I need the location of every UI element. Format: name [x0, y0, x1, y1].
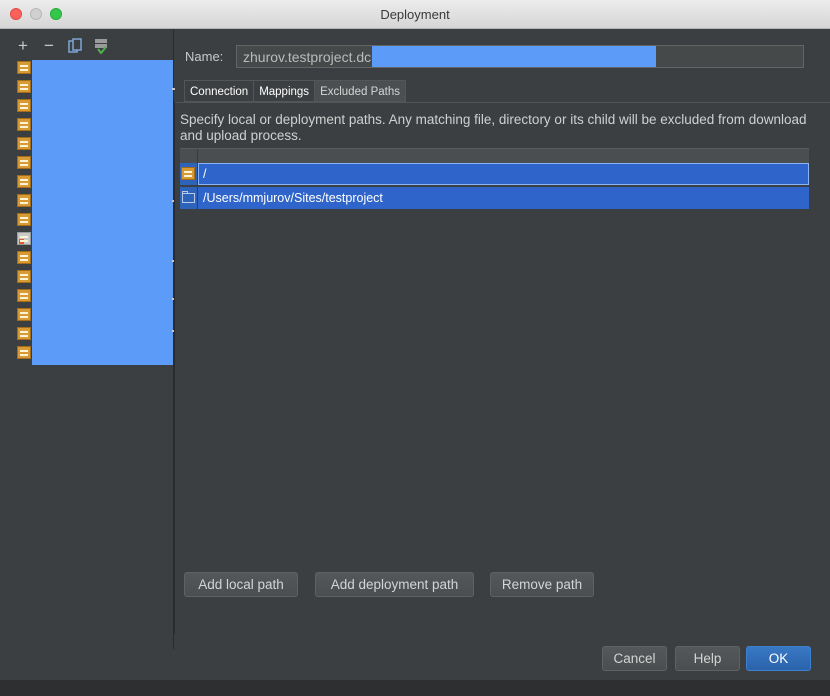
server-list-item[interactable] — [16, 117, 32, 133]
ok-button[interactable]: OK — [746, 646, 811, 671]
server-list-item[interactable] — [16, 155, 32, 171]
redacted-name-part — [372, 46, 656, 67]
cancel-button[interactable]: Cancel — [602, 646, 667, 671]
server-list-item[interactable] — [16, 269, 32, 285]
server-icon — [17, 289, 31, 302]
server-icon — [17, 61, 31, 74]
tab-excluded-paths[interactable]: Excluded Paths — [314, 80, 406, 102]
server-icon — [17, 118, 31, 131]
tab-content-border — [175, 102, 830, 103]
server-icon — [17, 251, 31, 264]
excluded-paths-table-header — [180, 148, 809, 163]
server-toolbar: + − — [14, 37, 110, 55]
window-bottom-edge — [0, 680, 830, 696]
copy-icon — [68, 38, 82, 53]
help-button[interactable]: Help — [675, 646, 740, 671]
server-icon — [17, 270, 31, 283]
server-icon — [17, 346, 31, 359]
server-icon — [17, 175, 31, 188]
server-list-item[interactable] — [16, 193, 32, 209]
copy-server-button[interactable] — [66, 37, 84, 55]
remove-path-button[interactable]: Remove path — [490, 572, 594, 597]
redacted-server-names — [32, 60, 173, 365]
server-list-item[interactable] — [16, 174, 32, 190]
server-icon — [17, 327, 31, 340]
server-list-item[interactable] — [16, 326, 32, 342]
server-icon — [17, 213, 31, 226]
table-row[interactable]: / — [180, 163, 809, 185]
tab-bar: Connection Mappings Excluded Paths — [184, 80, 406, 102]
tab-connection[interactable]: Connection — [184, 80, 254, 102]
table-row[interactable]: /Users/mmjurov/Sites/testproject — [180, 187, 809, 209]
server-icon — [17, 99, 31, 112]
server-list-item[interactable] — [16, 136, 32, 152]
default-server-button[interactable] — [92, 37, 110, 55]
row-icon-cell — [180, 163, 197, 185]
server-icon — [17, 308, 31, 321]
server-list-item[interactable] — [16, 231, 32, 247]
server-icon — [17, 80, 31, 93]
server-list-panel: + − — [0, 29, 175, 649]
window-title: Deployment — [380, 7, 450, 22]
server-list-item[interactable] — [16, 250, 32, 266]
server-icon — [17, 194, 31, 207]
server-list-item[interactable] — [16, 345, 32, 361]
remove-server-button[interactable]: − — [40, 37, 58, 55]
server-list-item[interactable] — [16, 288, 32, 304]
add-server-button[interactable]: + — [14, 37, 32, 55]
server-icon — [17, 156, 31, 169]
name-label: Name: — [185, 49, 224, 64]
server-list-item[interactable] — [16, 79, 32, 95]
add-deployment-path-button[interactable]: Add deployment path — [315, 572, 474, 597]
title-bar: Deployment — [0, 0, 830, 29]
tab-mappings[interactable]: Mappings — [253, 80, 315, 102]
server-icon — [17, 137, 31, 150]
server-list-item[interactable] — [16, 98, 32, 114]
server-default-icon — [95, 39, 107, 54]
row-icon-cell — [180, 187, 197, 209]
server-list-item[interactable] — [16, 60, 32, 76]
row-path: / — [198, 163, 809, 185]
row-path: /Users/mmjurov/Sites/testproject — [198, 187, 809, 209]
add-local-path-button[interactable]: Add local path — [184, 572, 298, 597]
server-icon — [17, 232, 31, 245]
excluded-paths-description: Specify local or deployment paths. Any m… — [180, 112, 807, 143]
server-list-item[interactable] — [16, 307, 32, 323]
server-list-item[interactable] — [16, 212, 32, 228]
list-marker — [172, 88, 175, 90]
server-icon — [181, 167, 195, 180]
folder-icon — [182, 191, 195, 203]
panel-divider — [174, 102, 175, 634]
